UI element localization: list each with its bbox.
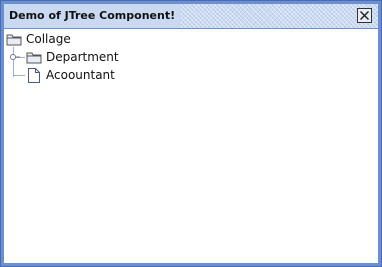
collapsed-handle-icon[interactable]: [10, 53, 20, 61]
tree-node-root[interactable]: Collage: [6, 31, 86, 49]
tree-node-label: Collage: [26, 32, 71, 46]
file-icon: [28, 68, 40, 83]
close-icon: [360, 11, 369, 20]
tree-panel: Collage Department Acoountant: [4, 29, 378, 263]
folder-icon: [6, 34, 22, 46]
title-bar[interactable]: Demo of JTree Component!: [4, 4, 378, 28]
tree-node-label: Department: [46, 50, 119, 64]
tree-node-acoountant[interactable]: Acoountant: [26, 67, 136, 85]
folder-icon: [26, 52, 42, 64]
close-button[interactable]: [357, 8, 372, 23]
window-title: Demo of JTree Component!: [4, 4, 182, 28]
tree-node-label: Acoountant: [46, 68, 115, 82]
tree-node-department[interactable]: Department: [26, 49, 136, 67]
window-frame: Demo of JTree Component! Collage Departm…: [0, 0, 382, 267]
